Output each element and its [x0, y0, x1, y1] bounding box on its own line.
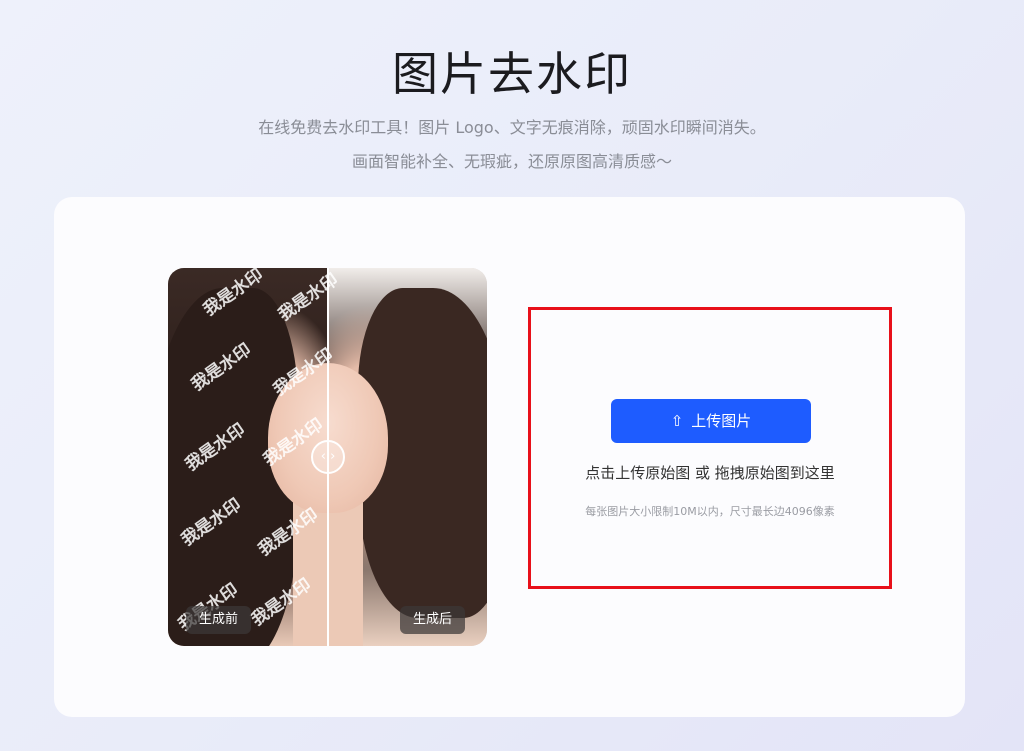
upload-limit-note: 每张图片大小限制10M以内，尺寸最长边4096像素: [585, 505, 835, 518]
before-after-preview: 我是水印 我是水印 我是水印 我是水印 我是水印 我是水印 我是水印 我是水印 …: [168, 268, 487, 646]
page-subtitle-line-1: 在线免费去水印工具！图片 Logo、文字无痕消除，顽固水印瞬间消失。: [258, 118, 766, 137]
left-right-arrows-icon[interactable]: ‹ ›: [311, 440, 345, 474]
upload-icon: ⇧: [670, 412, 684, 430]
main-card: 我是水印 我是水印 我是水印 我是水印 我是水印 我是水印 我是水印 我是水印 …: [54, 197, 965, 717]
upload-button-label: 上传图片: [691, 412, 752, 430]
page-title: 图片去水印: [392, 47, 632, 101]
upload-image-button[interactable]: ⇧ 上传图片: [611, 399, 811, 443]
after-label: 生成后: [400, 606, 466, 634]
upload-drop-zone[interactable]: ⇧ 上传图片 点击上传原始图 或 拖拽原始图到这里 每张图片大小限制10M以内，尺…: [528, 307, 892, 589]
page-subtitle-line-2: 画面智能补全、无瑕疵，还原原图高清质感～: [351, 152, 672, 171]
before-label: 生成前: [186, 606, 252, 634]
upload-hint: 点击上传原始图 或 拖拽原始图到这里: [585, 464, 835, 482]
